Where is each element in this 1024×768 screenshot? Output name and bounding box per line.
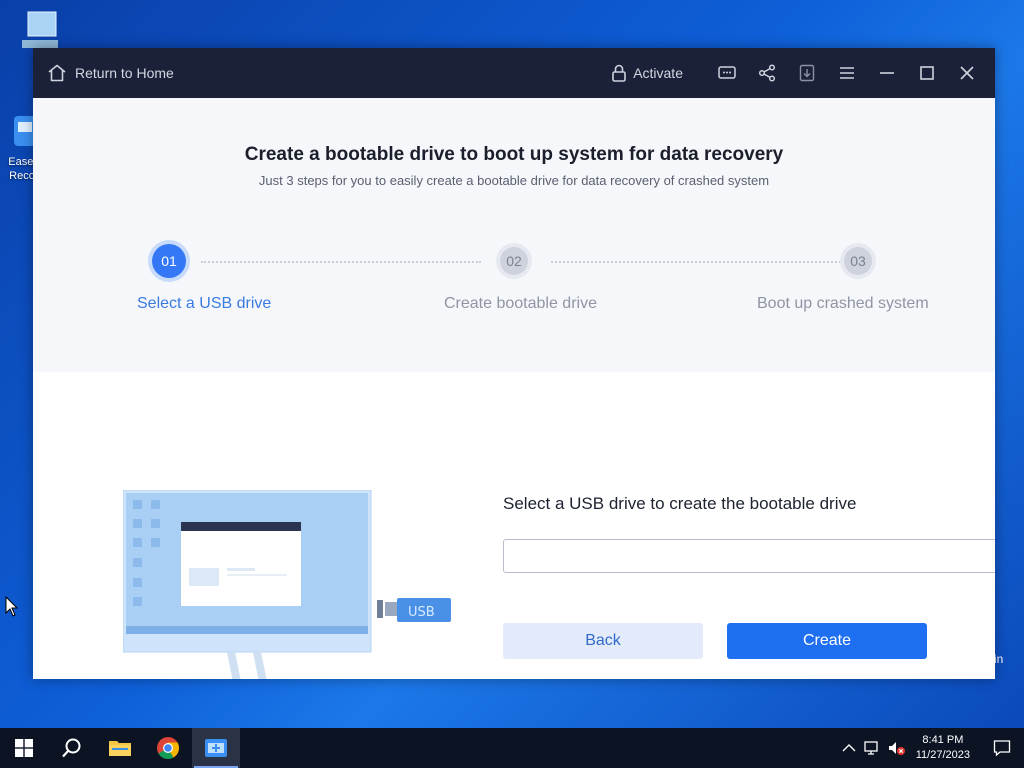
step-1-label: Select a USB drive: [137, 295, 272, 312]
taskbar-chrome[interactable]: [144, 728, 192, 768]
activate-button[interactable]: Activate: [611, 64, 683, 82]
usb-drive-prompt: Select a USB drive to create the bootabl…: [503, 494, 857, 513]
network-icon[interactable]: [864, 740, 882, 756]
return-home-button[interactable]: Return to Home: [47, 64, 174, 82]
return-home-label: Return to Home: [75, 65, 174, 81]
share-button[interactable]: [747, 48, 787, 98]
chrome-icon: [157, 737, 179, 759]
back-button[interactable]: Back: [503, 623, 703, 659]
feedback-button[interactable]: [707, 48, 747, 98]
home-icon: [48, 64, 66, 82]
page-title: Create a bootable drive to boot up syste…: [244, 144, 784, 165]
windows-logo-icon: [15, 739, 33, 757]
step-1-indicator: 01: [152, 244, 186, 278]
chevron-up-icon[interactable]: [842, 743, 856, 753]
taskbar: 8:41 PM 11/27/2023: [0, 728, 1024, 768]
step-3-label: Boot up crashed system: [757, 295, 929, 312]
lock-icon: [612, 64, 626, 82]
clock-date: 11/27/2023: [915, 749, 970, 761]
chat-icon: [718, 66, 736, 79]
folder-icon: [109, 741, 131, 756]
easeus-app-icon: [205, 739, 227, 757]
back-label: Back: [585, 632, 621, 649]
step-2-label: Create bootable drive: [444, 295, 597, 312]
page-subtitle: Just 3 steps for you to easily create a …: [258, 173, 770, 188]
step-3-number: 03: [850, 253, 866, 269]
taskbar-file-explorer[interactable]: [96, 728, 144, 768]
download-button[interactable]: [787, 48, 827, 98]
maximize-button[interactable]: [907, 48, 947, 98]
step-connector: [201, 261, 481, 263]
share-icon: [758, 64, 776, 82]
step-2-indicator: 02: [500, 247, 528, 275]
step-2-number: 02: [506, 253, 522, 269]
maximize-icon: [920, 66, 934, 80]
step-connector: [551, 261, 841, 263]
clock-time: 8:41 PM: [922, 734, 964, 746]
close-icon: [960, 66, 974, 80]
create-button[interactable]: Create: [727, 623, 927, 659]
title-bar: Return to Home Activate: [33, 48, 995, 98]
computer-usb-illustration: USB: [123, 490, 451, 679]
system-tray: 8:41 PM 11/27/2023: [842, 728, 1024, 768]
activate-label: Activate: [633, 65, 683, 81]
app-window: Return to Home Activate Create a bootabl…: [33, 48, 995, 679]
create-label: Create: [802, 632, 852, 649]
volume-muted-icon[interactable]: [888, 740, 906, 756]
start-button[interactable]: [0, 728, 48, 768]
usb-drive-select[interactable]: [503, 539, 995, 573]
hamburger-menu-icon: [840, 67, 854, 79]
wizard-header: Create a bootable drive to boot up syste…: [33, 98, 995, 372]
minimize-icon: [880, 72, 894, 74]
menu-button[interactable]: [827, 48, 867, 98]
close-button[interactable]: [947, 48, 987, 98]
mouse-cursor-icon: [5, 596, 19, 617]
notification-center-button[interactable]: [980, 728, 1024, 768]
minimize-button[interactable]: [867, 48, 907, 98]
notification-icon: [993, 740, 1011, 757]
taskbar-easeus-app[interactable]: [192, 728, 240, 768]
step-3-indicator: 03: [844, 247, 872, 275]
step-1-number: 01: [161, 253, 177, 269]
search-icon: [62, 738, 81, 758]
taskbar-clock[interactable]: 8:41 PM 11/27/2023: [916, 733, 970, 763]
search-button[interactable]: [48, 728, 96, 768]
download-icon: [799, 64, 815, 82]
activation-watermark: in: [994, 652, 1004, 666]
usb-illustration-text: USB: [408, 605, 435, 620]
